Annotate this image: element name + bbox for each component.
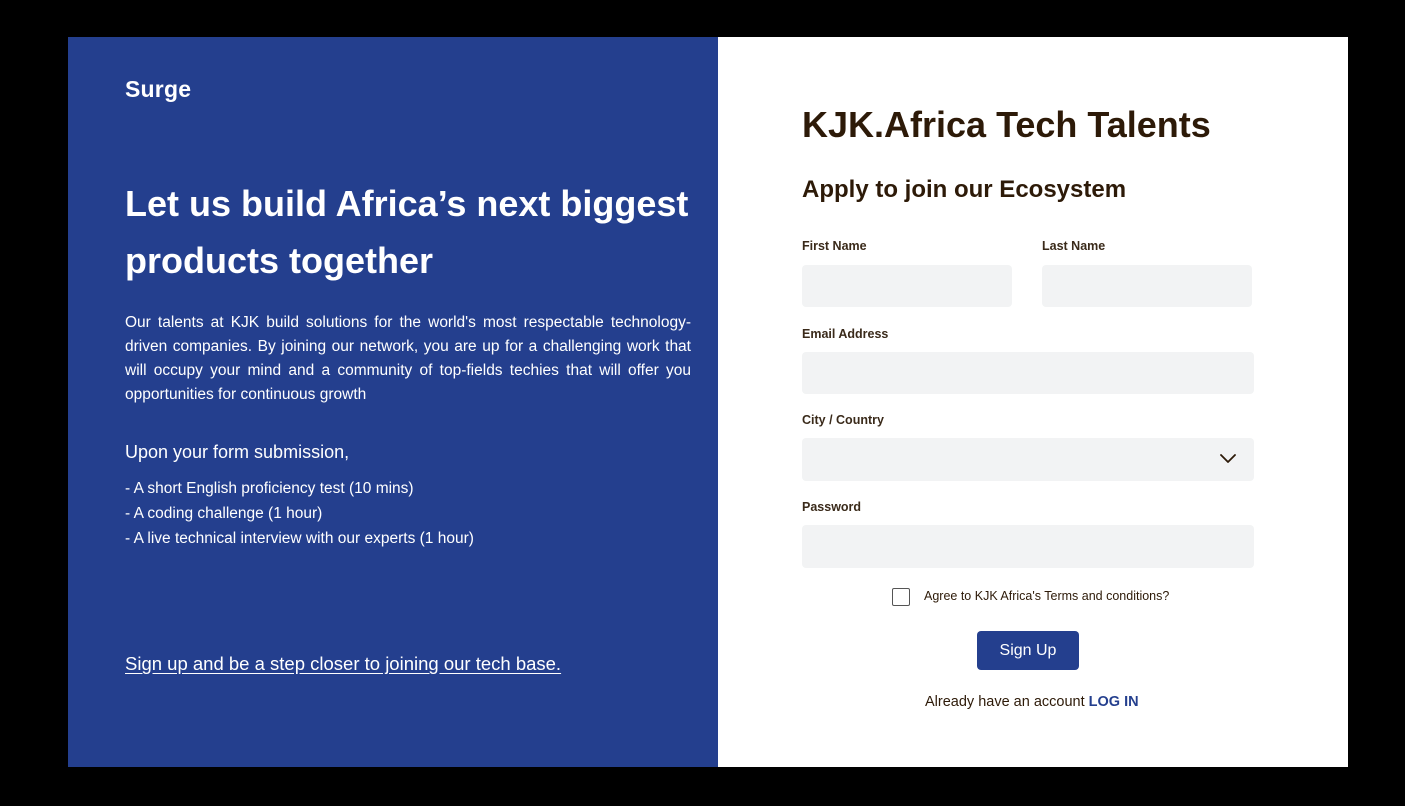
password-label: Password (802, 500, 862, 514)
hero-description: Our talents at KJK build solutions for t… (125, 314, 691, 403)
login-prompt: Already have an account LOG IN (925, 694, 1139, 710)
login-link[interactable]: LOG IN (1089, 694, 1139, 710)
steps-heading: Upon your form submission, (125, 442, 350, 462)
email-label: Email Address (802, 327, 889, 341)
step-item: - A short English proficiency test (10 m… (125, 480, 414, 497)
last-name-label: Last Name (1042, 239, 1106, 253)
first-name-label: First Name (802, 239, 867, 253)
form-title: KJK.Africa Tech Talents (802, 104, 1211, 145)
last-name-input[interactable] (1042, 265, 1252, 307)
city-country-select[interactable] (802, 438, 1254, 481)
email-input[interactable] (802, 352, 1254, 394)
promo-panel: Surge Let us build Africa’s next biggest… (68, 37, 718, 767)
terms-label: Agree to KJK Africa's Terms and conditio… (924, 589, 1170, 603)
brand-logo[interactable]: Surge (125, 76, 191, 103)
login-prompt-text: Already have an account (925, 694, 1085, 710)
app-frame: Surge Let us build Africa’s next biggest… (68, 37, 1348, 767)
sign-up-button[interactable]: Sign Up (977, 631, 1079, 670)
step-item: - A live technical interview with our ex… (125, 530, 474, 547)
password-input[interactable] (802, 525, 1254, 568)
steps-list: - A short English proficiency test (10 m… (125, 476, 474, 551)
signup-cta-link[interactable]: Sign up and be a step closer to joining … (125, 653, 561, 675)
first-name-input[interactable] (802, 265, 1012, 307)
form-subtitle: Apply to join our Ecosystem (802, 176, 1127, 203)
city-country-label: City / Country (802, 413, 884, 427)
chevron-down-icon[interactable] (1220, 452, 1236, 464)
signup-form-panel: KJK.Africa Tech Talents Apply to join ou… (718, 37, 1348, 767)
hero-title: Let us build Africa’s next biggest produ… (125, 183, 689, 281)
step-item: - A coding challenge (1 hour) (125, 505, 323, 522)
terms-checkbox[interactable] (892, 588, 910, 606)
